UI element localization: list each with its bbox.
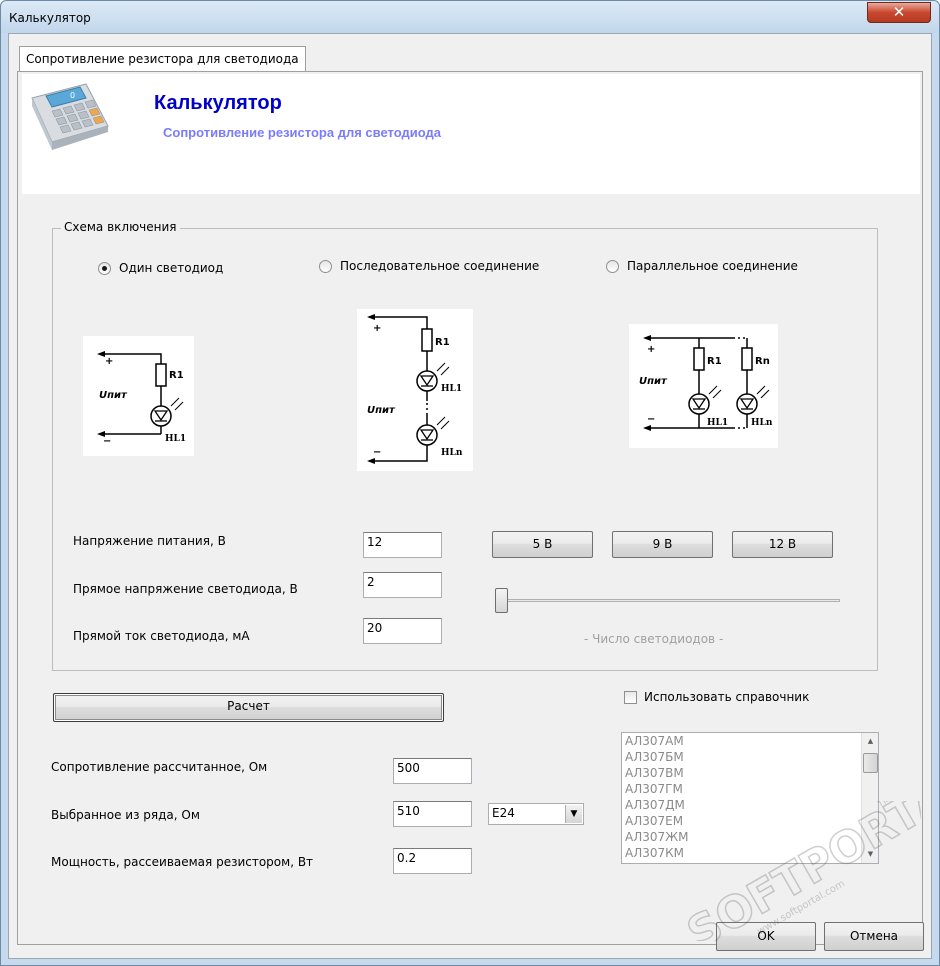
svg-text:0: 0 xyxy=(70,91,75,100)
checkbox-label: Использовать справочник xyxy=(644,690,810,704)
minus-label: − xyxy=(103,436,111,447)
single-led-diagram: + − Uпит R1 HL1 xyxy=(83,336,194,456)
e-series-select[interactable]: E24 ▼ xyxy=(488,803,584,825)
scrollbar-thumb[interactable] xyxy=(863,753,878,773)
ok-button[interactable]: OK xyxy=(716,922,816,951)
scheme-groupbox: Схема включения Один светодиод Последова… xyxy=(52,220,878,671)
upit-label: Uпит xyxy=(639,376,668,387)
list-item[interactable]: АЛ307ГМ xyxy=(622,781,878,797)
close-button[interactable]: ✕ xyxy=(867,2,931,23)
checkbox-indicator xyxy=(624,690,637,704)
tab-panel: 0 Калькулятор Сопротивление резистора дл… xyxy=(17,71,923,945)
radio-series-connection[interactable]: Последовательное соединение xyxy=(319,259,539,273)
selected-resistance-field[interactable]: 510 xyxy=(393,801,472,827)
hl1-label: HL1 xyxy=(165,434,186,444)
preset-12v-button[interactable]: 12 В xyxy=(732,531,833,558)
minus-label: − xyxy=(373,447,381,458)
listbox-scrollbar[interactable]: ▲ ▼ xyxy=(861,733,878,863)
hln-label: HLn xyxy=(441,448,463,458)
header-banner: 0 Калькулятор Сопротивление резистора дл… xyxy=(22,74,920,194)
radio-single-led[interactable]: Один светодиод xyxy=(98,261,223,275)
supply-voltage-label: Напряжение питания, В xyxy=(73,534,226,548)
list-item[interactable]: АЛ307ЕМ xyxy=(622,813,878,829)
radio-indicator xyxy=(606,259,619,273)
radio-label: Параллельное соединение xyxy=(627,259,798,273)
dialog-client-area: Сопротивление резистора для светодиода 0 xyxy=(8,33,932,959)
use-reference-checkbox[interactable]: Использовать справочник xyxy=(624,690,809,704)
list-item[interactable]: АЛ307ДМ xyxy=(622,797,878,813)
chevron-down-icon[interactable]: ▼ xyxy=(565,805,582,823)
hl1-label: HL1 xyxy=(441,384,462,394)
minus-label: − xyxy=(647,414,655,425)
r1-label: R1 xyxy=(707,356,722,367)
list-item[interactable]: АЛ307АМ xyxy=(622,733,878,749)
tab-led-resistor[interactable]: Сопротивление резистора для светодиода xyxy=(19,46,306,72)
forward-current-label: Прямой ток светодиода, мА xyxy=(73,629,250,643)
supply-voltage-input[interactable]: 12 xyxy=(363,532,442,558)
parallel-led-diagram: + − Uпит R1 Rn HL1 HLn xyxy=(629,324,778,448)
radio-indicator xyxy=(319,259,332,273)
list-item[interactable]: АЛ307ЖМ xyxy=(622,829,878,845)
calculated-resistance-field[interactable]: 500 xyxy=(393,758,472,784)
hln-label: HLn xyxy=(751,418,773,428)
header-title: Калькулятор xyxy=(154,92,282,114)
led-count-caption: - Число светодиодов - xyxy=(584,632,724,646)
forward-voltage-input[interactable]: 2 xyxy=(363,572,442,598)
calculate-button[interactable]: Расчет xyxy=(53,693,444,722)
scheme-legend: Схема включения xyxy=(61,220,180,234)
upit-label: Uпит xyxy=(367,405,396,416)
upit-label: Uпит xyxy=(99,390,128,401)
preset-5v-button[interactable]: 5 В xyxy=(492,531,593,558)
cancel-button[interactable]: Отмена xyxy=(824,922,924,951)
title-bar: Калькулятор ✕ xyxy=(1,1,939,33)
plus-label: + xyxy=(105,356,113,367)
list-item[interactable]: АЛ307ВМ xyxy=(622,765,878,781)
selected-resistance-label: Выбранное из ряда, Ом xyxy=(51,808,200,822)
r1-label: R1 xyxy=(435,337,450,348)
radio-indicator xyxy=(98,261,111,275)
calculator-icon: 0 xyxy=(24,78,112,162)
list-item[interactable]: АЛ307КМ xyxy=(622,845,878,861)
scroll-up-icon[interactable]: ▲ xyxy=(862,733,878,750)
radio-label: Один светодиод xyxy=(119,261,224,275)
radio-label: Последовательное соединение xyxy=(340,259,540,273)
header-subtitle: Сопротивление резистора для светодиода xyxy=(163,125,441,140)
r1-label: R1 xyxy=(169,370,184,381)
led-count-slider-track[interactable] xyxy=(495,599,840,602)
calculator-window: Калькулятор ✕ Сопротивление резистора дл… xyxy=(0,0,940,966)
reference-list-items: АЛ307АМ АЛ307БМ АЛ307ВМ АЛ307ГМ АЛ307ДМ АЛ307… xyxy=(622,733,878,861)
hl1-label: HL1 xyxy=(707,418,728,428)
forward-current-input[interactable]: 20 xyxy=(363,618,442,644)
plus-label: + xyxy=(373,323,381,334)
led-count-slider-thumb[interactable] xyxy=(495,588,508,613)
rn-label: Rn xyxy=(755,356,770,367)
window-title: Калькулятор xyxy=(9,11,91,25)
reference-listbox[interactable]: АЛ307АМ АЛ307БМ АЛ307ВМ АЛ307ГМ АЛ307ДМ АЛ307… xyxy=(621,732,879,864)
series-led-diagram: + − Uпит R1 HL1 HLn xyxy=(357,309,473,471)
plus-label: + xyxy=(647,344,655,355)
power-label: Мощность, рассеиваемая резистором, Вт xyxy=(51,855,314,869)
calculated-resistance-label: Сопротивление рассчитанное, Ом xyxy=(51,760,268,774)
list-item[interactable]: АЛ307БМ xyxy=(622,749,878,765)
preset-9v-button[interactable]: 9 В xyxy=(612,531,713,558)
scroll-down-icon[interactable]: ▼ xyxy=(862,846,878,863)
power-field[interactable]: 0.2 xyxy=(393,848,472,874)
forward-voltage-label: Прямое напряжение светодиода, В xyxy=(73,582,298,596)
e-series-value: E24 xyxy=(492,806,515,820)
radio-parallel-connection[interactable]: Параллельное соединение xyxy=(606,259,798,273)
